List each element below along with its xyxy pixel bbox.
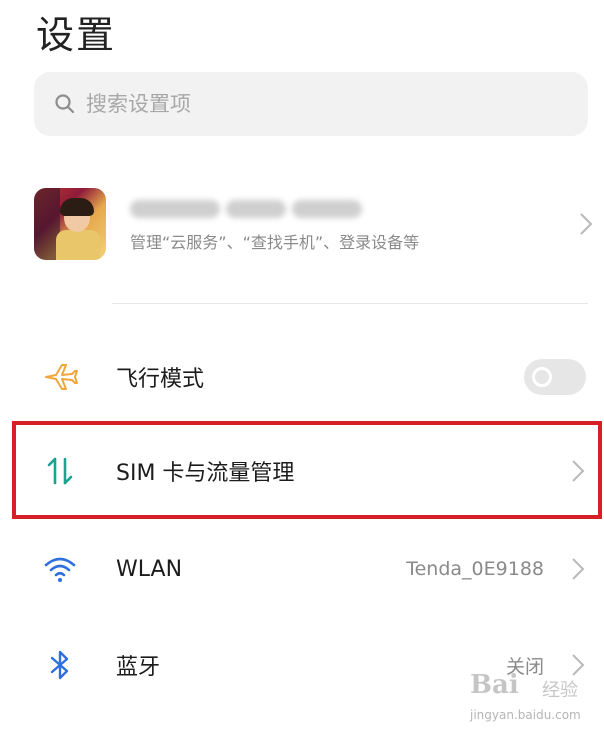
settings-item-label: WLAN [116,556,183,582]
search-input[interactable] [86,92,556,116]
bluetooth-icon [42,647,78,683]
divider [112,303,588,304]
watermark-url: jingyan.baidu.com [470,708,581,722]
account-description: 管理“云服务”、“查找手机”、登录设备等 [130,233,420,252]
settings-item-label: 蓝牙 [116,655,161,680]
airplane-icon [42,359,78,395]
settings-item-label: 飞行模式 [116,367,205,392]
account-row[interactable]: 管理“云服务”、“查找手机”、登录设备等 [34,176,600,272]
watermark-text: 经验 [542,680,578,701]
airplane-mode-toggle[interactable] [524,359,586,395]
search-bar[interactable] [34,72,588,136]
wlan-network-name: Tenda_0E9188 [406,558,544,580]
watermark-logo: Bai [470,670,519,700]
wifi-icon [42,551,78,587]
account-name-redacted [130,195,550,223]
page-title: 设置 [36,13,117,57]
baidu-jingyan-watermark: Bai 经验 jingyan.baidu.com [470,670,596,726]
avatar [34,188,106,260]
search-icon [54,93,76,115]
chevron-right-icon [580,213,593,235]
highlight-box [12,421,602,519]
settings-item-wlan[interactable]: WLAN Tenda_0E9188 [0,524,604,614]
settings-item-airplane-mode[interactable]: 飞行模式 [0,332,604,422]
chevron-right-icon [572,558,585,580]
